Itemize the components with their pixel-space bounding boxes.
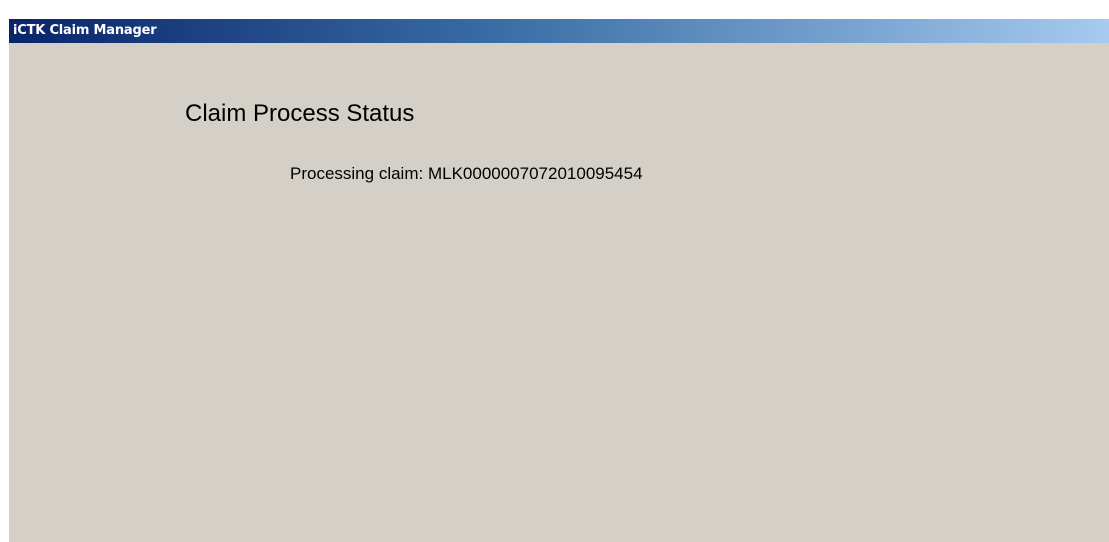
window-title: iCTK Claim Manager <box>13 23 157 38</box>
claim-manager-window: iCTK Claim Manager Claim Process Status … <box>8 19 1109 542</box>
processing-status: Processing claim: MLK0000007072010095454 <box>290 164 643 184</box>
status-label: Processing claim: <box>290 164 424 183</box>
claim-id: MLK0000007072010095454 <box>427 164 643 183</box>
window-content: Claim Process Status Processing claim: M… <box>9 43 1109 542</box>
page-title: Claim Process Status <box>185 100 415 127</box>
title-bar[interactable]: iCTK Claim Manager <box>9 19 1109 43</box>
